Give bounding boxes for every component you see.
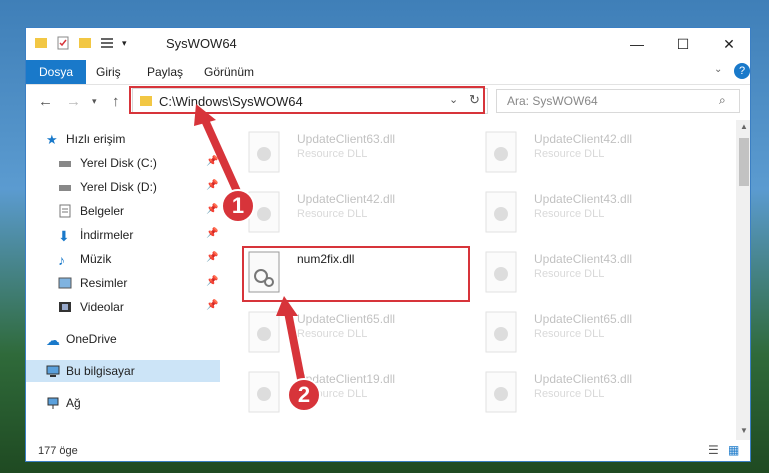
status-bar: 177 öge ☰ ▦ bbox=[26, 440, 750, 461]
recent-locations-icon[interactable]: ▾ bbox=[92, 96, 97, 107]
pin-icon[interactable]: 📌 bbox=[206, 300, 218, 311]
pin-icon[interactable]: 📌 bbox=[206, 156, 218, 167]
pin-icon[interactable]: 📌 bbox=[206, 204, 218, 215]
star-icon: ★ bbox=[46, 132, 58, 147]
ribbon: Dosya Giriş Paylaş Görünüm ⌄ ? bbox=[26, 60, 750, 85]
close-icon: ✕ bbox=[723, 35, 735, 52]
videos-icon bbox=[59, 302, 71, 312]
sidebar-item-documents[interactable]: Belgeler 📌 bbox=[26, 200, 220, 222]
search-box[interactable]: Ara: SysWOW64 ⌕ bbox=[496, 89, 740, 113]
sidebar-item-videos[interactable]: Videolar 📌 bbox=[26, 296, 220, 318]
dll-file-icon bbox=[485, 371, 517, 413]
callout-2: 2 bbox=[287, 378, 321, 412]
drive-icon bbox=[59, 161, 71, 167]
scroll-down-icon[interactable]: ▼ bbox=[740, 426, 748, 435]
file-item[interactable]: UpdateClient19.dll Resource DLL bbox=[247, 366, 477, 422]
sidebar-item-local-disk-c[interactable]: Yerel Disk (C:) 📌 bbox=[26, 152, 220, 174]
vertical-scrollbar[interactable]: ▲ ▼ bbox=[736, 120, 750, 440]
sidebar-item-network[interactable]: Ağ bbox=[26, 392, 220, 414]
pin-icon[interactable]: 📌 bbox=[206, 276, 218, 287]
item-count: 177 öge bbox=[38, 445, 78, 457]
file-item[interactable]: UpdateClient42.dll Resource DLL bbox=[484, 126, 714, 182]
callout-1: 1 bbox=[221, 189, 255, 223]
maximize-button[interactable]: ☐ bbox=[660, 28, 706, 60]
pin-icon[interactable]: 📌 bbox=[206, 228, 218, 239]
search-icon: ⌕ bbox=[719, 93, 726, 107]
explorer-window: ▾ SysWOW64 — ☐ ✕ Dosya Giriş Paylaş Görü… bbox=[25, 27, 751, 462]
title-bar: ▾ SysWOW64 — ☐ ✕ bbox=[26, 28, 750, 60]
cloud-icon: ☁ bbox=[46, 332, 60, 348]
sidebar-item-music[interactable]: ♪ Müzik 📌 bbox=[26, 248, 220, 270]
tab-paylas[interactable]: Paylaş bbox=[147, 60, 183, 84]
documents-icon bbox=[59, 204, 71, 218]
expand-ribbon-icon[interactable]: ⌄ bbox=[714, 64, 722, 75]
dll-file-icon bbox=[248, 311, 280, 353]
close-button[interactable]: ✕ bbox=[706, 28, 750, 60]
minimize-icon: — bbox=[630, 36, 644, 52]
music-icon: ♪ bbox=[58, 252, 65, 268]
pin-icon[interactable]: 📌 bbox=[206, 180, 218, 191]
drive-icon bbox=[59, 185, 71, 191]
window-title: SysWOW64 bbox=[166, 36, 237, 51]
sidebar-item-this-pc[interactable]: Bu bilgisayar bbox=[26, 360, 220, 382]
pin-icon[interactable]: 📌 bbox=[206, 252, 218, 263]
tab-gorunum[interactable]: Görünüm bbox=[204, 60, 254, 84]
sidebar-item-pictures[interactable]: Resimler 📌 bbox=[26, 272, 220, 294]
download-icon: ⬇ bbox=[58, 228, 70, 244]
quick-access-toolbar: ▾ bbox=[34, 36, 127, 50]
search-placeholder: Ara: SysWOW64 bbox=[507, 94, 598, 108]
network-icon bbox=[47, 397, 59, 409]
dll-file-icon bbox=[248, 371, 280, 413]
view-menu-icon[interactable] bbox=[100, 36, 114, 50]
forward-arrow-icon[interactable]: → bbox=[66, 93, 81, 110]
file-item[interactable]: UpdateClient43.dll Resource DLL bbox=[484, 186, 714, 242]
details-view-icon[interactable]: ☰ bbox=[708, 443, 719, 457]
dll-file-icon bbox=[485, 191, 517, 233]
file-highlight-box bbox=[242, 246, 470, 302]
address-row: ← → ▾ ↑ C:\Windows\SysWOW64 ⌄ ↻ Ara: Sys… bbox=[26, 85, 750, 119]
dll-file-icon bbox=[485, 131, 517, 173]
up-arrow-icon[interactable]: ↑ bbox=[112, 93, 120, 110]
scroll-up-icon[interactable]: ▲ bbox=[740, 122, 748, 131]
sidebar-item-local-disk-d[interactable]: Yerel Disk (D:) 📌 bbox=[26, 176, 220, 198]
new-folder-icon[interactable] bbox=[78, 36, 92, 50]
address-highlight-box bbox=[129, 86, 485, 114]
properties-icon[interactable] bbox=[56, 36, 70, 50]
tab-giris[interactable]: Giriş bbox=[96, 60, 121, 84]
computer-icon bbox=[46, 365, 60, 377]
scrollbar-thumb[interactable] bbox=[739, 138, 749, 186]
pictures-icon bbox=[58, 277, 72, 289]
file-item[interactable]: UpdateClient65.dll Resource DLL bbox=[484, 306, 714, 362]
file-item[interactable]: UpdateClient43.dll Resource DLL bbox=[484, 246, 714, 302]
help-icon[interactable]: ? bbox=[734, 63, 750, 79]
maximize-icon: ☐ bbox=[676, 35, 690, 52]
file-item[interactable]: UpdateClient42.dll Resource DLL bbox=[247, 186, 477, 242]
dll-file-icon bbox=[485, 311, 517, 353]
large-icons-view-icon[interactable]: ▦ bbox=[728, 443, 739, 457]
file-item[interactable]: UpdateClient63.dll Resource DLL bbox=[484, 366, 714, 422]
folder-icon bbox=[35, 38, 47, 48]
sidebar-item-onedrive[interactable]: ☁ OneDrive bbox=[26, 328, 220, 350]
dll-file-icon bbox=[248, 131, 280, 173]
file-item[interactable]: UpdateClient63.dll Resource DLL bbox=[247, 126, 477, 182]
sidebar-item-downloads[interactable]: ⬇ İndirmeler 📌 bbox=[26, 224, 220, 246]
dll-file-icon bbox=[485, 251, 517, 293]
minimize-button[interactable]: — bbox=[614, 28, 660, 60]
customize-toolbar-icon[interactable]: ▾ bbox=[122, 38, 127, 49]
file-item[interactable]: UpdateClient65.dll Resource DLL bbox=[247, 306, 477, 362]
navigation-pane: ★ Hızlı erişim Yerel Disk (C:) 📌 Yerel D… bbox=[26, 120, 220, 440]
tab-dosya[interactable]: Dosya bbox=[26, 60, 87, 84]
sidebar-item-quick-access[interactable]: ★ Hızlı erişim bbox=[26, 128, 220, 150]
back-arrow-icon[interactable]: ← bbox=[38, 93, 53, 110]
